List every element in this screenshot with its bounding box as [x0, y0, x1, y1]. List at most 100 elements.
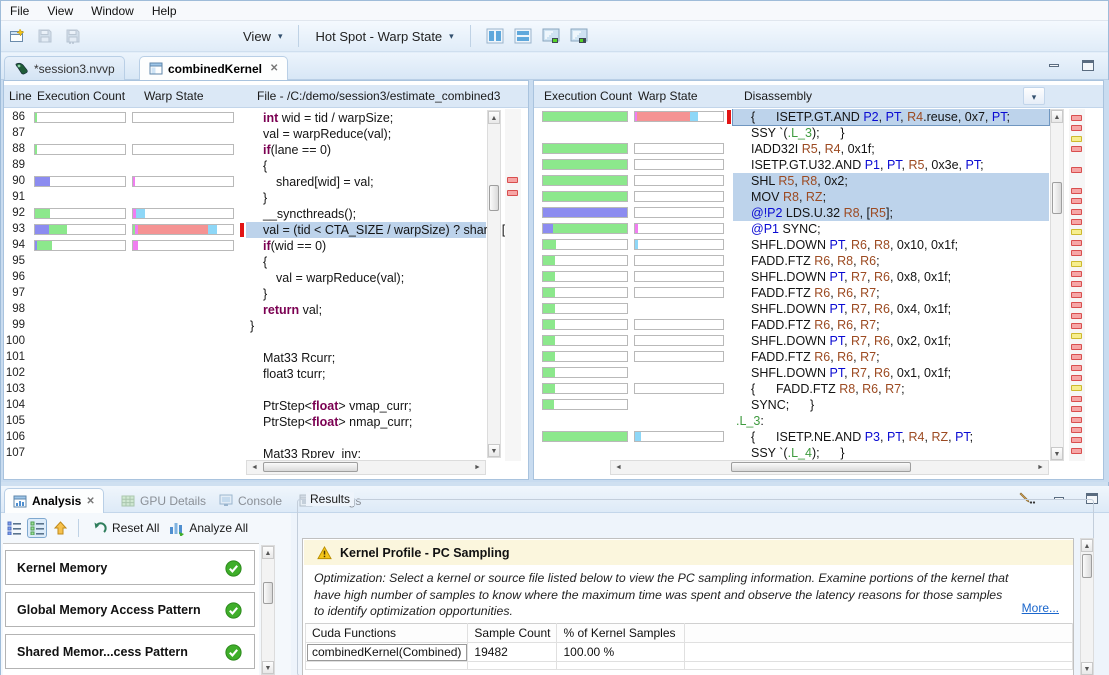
disassembly-row[interactable]: FADD.FTZ R6, R6, R7;: [534, 317, 1103, 333]
analysis-stage-card[interactable]: Shared Memor...cess Pattern: [5, 634, 255, 669]
scroll-up-icon[interactable]: ▲: [488, 111, 500, 124]
table-row[interactable]: combinedKernel(Combined)19482100.00 %: [306, 643, 1073, 662]
scroll-down-icon[interactable]: ▼: [488, 444, 500, 457]
source-horizontal-scrollbar[interactable]: ◄ ►: [246, 460, 486, 475]
annotation-marker[interactable]: [1071, 375, 1082, 381]
source-row[interactable]: 102float3 tcurr;: [4, 366, 528, 382]
source-row[interactable]: 93val = (tid < CTA_SIZE / warpSize) ? sh…: [4, 222, 528, 238]
source-vertical-scrollbar[interactable]: ▲ ▼: [487, 110, 501, 458]
scrollbar-thumb[interactable]: [1082, 554, 1092, 578]
annotation-marker[interactable]: [1071, 292, 1082, 298]
disassembly-options-dropdown[interactable]: ▾: [1023, 87, 1045, 105]
restore-source-view-button[interactable]: [567, 24, 591, 48]
results-scrollbar[interactable]: ▲ ▼: [1080, 538, 1094, 675]
source-row[interactable]: 87val = warpReduce(val);: [4, 126, 528, 142]
source-row[interactable]: 103: [4, 382, 528, 398]
scroll-down-icon[interactable]: ▼: [262, 661, 274, 674]
disassembly-vertical-scrollbar[interactable]: ▲ ▼: [1050, 109, 1064, 461]
source-row[interactable]: 95{: [4, 254, 528, 270]
disassembly-row[interactable]: SHFL.DOWN PT, R7, R6, 0x8, 0x1f;: [534, 269, 1103, 285]
scroll-up-icon[interactable]: ▲: [262, 546, 274, 559]
tab-gpu-details[interactable]: GPU Details: [113, 488, 214, 513]
annotation-marker[interactable]: [1071, 229, 1082, 235]
disassembly-row[interactable]: { ISETP.NE.AND P3, PT, R4, RZ, PT;: [534, 429, 1103, 445]
disassembly-row[interactable]: @!P2 LDS.U.32 R8, [R5];: [534, 205, 1103, 221]
disassembly-row[interactable]: SHFL.DOWN PT, R7, R6, 0x1, 0x1f;: [534, 365, 1103, 381]
source-row[interactable]: 106: [4, 430, 528, 446]
disassembly-row[interactable]: SSY `(.L_4); }: [534, 445, 1103, 461]
annotation-marker[interactable]: [1071, 448, 1082, 454]
new-session-button[interactable]: [5, 24, 29, 48]
split-vertical-button[interactable]: [483, 24, 507, 48]
disassembly-row[interactable]: FADD.FTZ R6, R8, R6;: [534, 253, 1103, 269]
menu-item-help[interactable]: Help: [143, 1, 186, 21]
source-row[interactable]: 91}: [4, 190, 528, 206]
more-link[interactable]: More...: [1022, 601, 1059, 615]
annotation-marker[interactable]: [1071, 406, 1082, 412]
disassembly-row[interactable]: SHL R5, R8, 0x2;: [534, 173, 1103, 189]
annotation-marker[interactable]: [1071, 365, 1082, 371]
source-row[interactable]: 100: [4, 334, 528, 350]
tab-session3[interactable]: *session3.nvvp: [4, 56, 125, 80]
annotation-marker[interactable]: [1071, 261, 1082, 267]
source-row[interactable]: 101Mat33 Rcurr;: [4, 350, 528, 366]
minimize-editor-button[interactable]: [1044, 57, 1064, 73]
guided-analysis-button[interactable]: [27, 518, 47, 538]
disassembly-row[interactable]: { ISETP.GT.AND P2, PT, R4.reuse, 0x7, PT…: [534, 109, 1103, 125]
source-row[interactable]: 99}: [4, 318, 528, 334]
disassembly-row[interactable]: SYNC; }: [534, 397, 1103, 413]
save-all-button[interactable]: [61, 24, 85, 48]
scroll-down-icon[interactable]: ▼: [1081, 662, 1093, 675]
source-row[interactable]: 92__syncthreads();: [4, 206, 528, 222]
disassembly-row[interactable]: SHFL.DOWN PT, R7, R6, 0x2, 0x1f;: [534, 333, 1103, 349]
back-up-button[interactable]: [50, 518, 70, 538]
menu-item-file[interactable]: File: [1, 1, 38, 21]
annotation-marker[interactable]: [1071, 344, 1082, 350]
annotation-marker[interactable]: [1071, 240, 1082, 246]
scrollbar-thumb[interactable]: [1052, 182, 1062, 214]
menu-item-window[interactable]: Window: [82, 1, 143, 21]
disassembly-row[interactable]: SHFL.DOWN PT, R7, R6, 0x4, 0x1f;: [534, 301, 1103, 317]
disassembly-row[interactable]: .L_3:: [534, 413, 1103, 429]
source-row[interactable]: 105PtrStep<float> nmap_curr;: [4, 414, 528, 430]
close-icon[interactable]: ✕: [86, 496, 94, 507]
tab-analysis[interactable]: Analysis ✕: [4, 488, 104, 513]
annotation-marker[interactable]: [507, 177, 518, 183]
annotation-marker[interactable]: [1071, 136, 1082, 142]
scroll-right-icon[interactable]: ►: [471, 461, 484, 474]
annotation-marker[interactable]: [1071, 167, 1082, 173]
analysis-list-scrollbar[interactable]: ▲ ▼: [261, 545, 275, 675]
disassembly-row[interactable]: SSY `(.L_3); }: [534, 125, 1103, 141]
disassembly-row[interactable]: FADD.FTZ R6, R6, R7;: [534, 349, 1103, 365]
source-row[interactable]: 88if(lane == 0): [4, 142, 528, 158]
table-header-cell[interactable]: [685, 624, 1073, 643]
scrollbar-thumb[interactable]: [263, 582, 273, 604]
scrollbar-thumb[interactable]: [489, 185, 499, 211]
table-cell[interactable]: combinedKernel(Combined): [306, 643, 468, 662]
unguided-analysis-button[interactable]: [4, 518, 24, 538]
table-cell[interactable]: [685, 643, 1073, 662]
annotation-marker[interactable]: [1071, 250, 1082, 256]
annotation-marker[interactable]: [1071, 209, 1082, 215]
annotation-marker[interactable]: [1071, 146, 1082, 152]
annotation-marker[interactable]: [1071, 281, 1082, 287]
view-dropdown[interactable]: View ▾: [235, 26, 290, 47]
source-row[interactable]: 96val = warpReduce(val);: [4, 270, 528, 286]
scrollbar-thumb[interactable]: [731, 462, 911, 472]
tab-console[interactable]: Console: [211, 488, 290, 513]
annotation-marker[interactable]: [1071, 313, 1082, 319]
annotation-marker[interactable]: [1071, 385, 1082, 391]
analyze-all-button[interactable]: Analyze All: [164, 518, 253, 538]
scroll-up-icon[interactable]: ▲: [1081, 539, 1093, 552]
split-horizontal-button[interactable]: [511, 24, 535, 48]
reset-all-button[interactable]: Reset All: [87, 518, 164, 538]
close-icon[interactable]: ✕: [270, 63, 278, 74]
scroll-up-icon[interactable]: ▲: [1051, 110, 1063, 123]
disassembly-row[interactable]: ISETP.GT.U32.AND P1, PT, R5, 0x3e, PT;: [534, 157, 1103, 173]
annotation-marker[interactable]: [1071, 333, 1082, 339]
annotation-marker[interactable]: [1071, 219, 1082, 225]
annotation-marker[interactable]: [1071, 302, 1082, 308]
tab-combinedkernel[interactable]: combinedKernel ✕: [139, 56, 288, 80]
annotation-marker[interactable]: [1071, 437, 1082, 443]
source-row[interactable]: 97}: [4, 286, 528, 302]
